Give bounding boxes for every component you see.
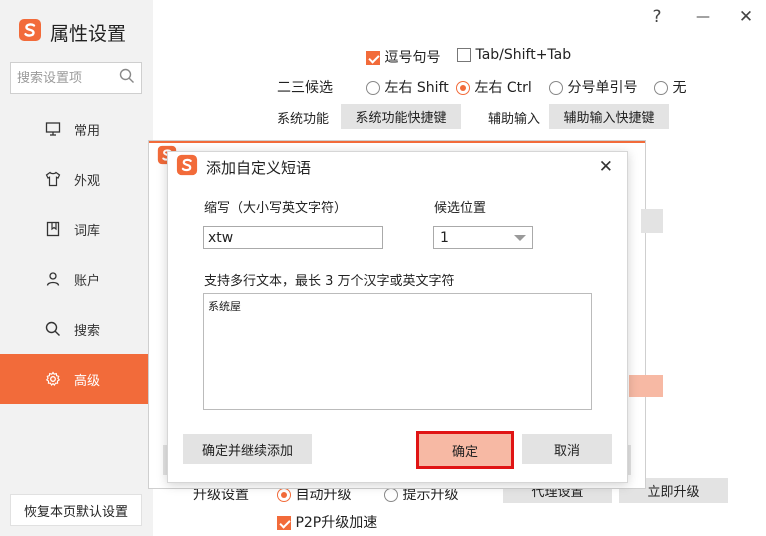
sidebar-item-advanced[interactable]: 高级	[0, 354, 153, 404]
sogou-logo-icon	[18, 18, 42, 46]
person-icon	[44, 270, 62, 288]
option-label: 左右 Ctrl	[474, 80, 532, 96]
app-title: 属性设置	[50, 22, 127, 45]
option-tab-shift[interactable]: Tab/Shift+Tab	[457, 47, 571, 63]
confirm-continue-button[interactable]: 确定并继续添加	[183, 434, 312, 464]
radio-option-shift[interactable]: 左右 Shift	[366, 77, 449, 97]
dialog-title: 添加自定义短语	[206, 158, 312, 177]
sidebar-item-appearance[interactable]: 外观	[0, 154, 153, 204]
add-custom-phrase-dialog: 添加自定义短语 ✕ 缩写（大小写英文字符） 候选位置 xtw 1 支持多行文本，…	[167, 151, 628, 483]
sidebar-item-common[interactable]: 常用	[0, 104, 153, 154]
position-select-value: 1	[440, 229, 449, 246]
radio-option-none[interactable]: 无	[654, 77, 686, 97]
brand: 属性设置	[18, 18, 126, 46]
reset-defaults-button[interactable]: 恢复本页默认设置	[10, 494, 142, 526]
option-label: 提示升级	[402, 487, 459, 503]
assist-input-label: 辅助输入	[488, 112, 541, 127]
option-label: 无	[672, 80, 687, 96]
dialog-titlebar: 添加自定义短语	[168, 152, 627, 182]
option-label: 自动升级	[295, 487, 352, 503]
settings-window: 属性设置 常用 外观	[0, 0, 766, 536]
radio-option-ctrl[interactable]: 左右 Ctrl	[456, 77, 532, 97]
option-label: P2P升级加速	[295, 515, 378, 531]
hidden-button[interactable]	[641, 209, 663, 233]
radio-ctrl[interactable]	[456, 81, 470, 95]
sidebar-item-search[interactable]: 搜索	[0, 304, 153, 354]
radio-prompt-upgrade[interactable]	[384, 488, 398, 502]
sys-func-label: 系统功能	[277, 112, 330, 127]
checkbox-p2p[interactable]	[277, 516, 291, 530]
monitor-icon	[44, 120, 62, 138]
search-icon	[44, 320, 62, 338]
sidebar-item-account[interactable]: 账户	[0, 254, 153, 304]
chevron-down-icon	[514, 234, 526, 241]
option-comma-period[interactable]: 逗号句号	[366, 47, 440, 67]
sys-func-shortcut-button[interactable]: 系统功能快捷键	[341, 104, 461, 129]
content-textarea[interactable]: 系统屋	[203, 293, 592, 410]
sidebar-item-lexicon[interactable]: 词库	[0, 204, 153, 254]
gear-icon	[44, 370, 62, 388]
hidden-highlight-button[interactable]	[629, 375, 663, 397]
help-icon[interactable]: ?	[646, 6, 668, 28]
abbr-label: 缩写（大小写英文字符）	[204, 201, 348, 216]
checkbox-comma-period[interactable]	[366, 51, 380, 65]
search-icon[interactable]	[119, 68, 135, 88]
sidebar-item-label: 高级	[74, 373, 101, 389]
option-label: 逗号句号	[384, 50, 441, 66]
ok-button[interactable]: 确定	[416, 431, 514, 469]
candidate23-label: 二三候选	[277, 80, 333, 96]
search-input[interactable]	[17, 70, 113, 86]
sidebar-item-label: 常用	[74, 123, 101, 139]
assist-input-shortcut-button[interactable]: 辅助输入快捷键	[549, 104, 669, 129]
dialog-close-icon[interactable]: ✕	[599, 157, 613, 177]
dialog-accent-strip	[149, 141, 645, 143]
option-label: 分号单引号	[567, 80, 638, 96]
shirt-icon	[44, 170, 62, 188]
option-label: 左右 Shift	[384, 80, 449, 96]
checkbox-tab-shift[interactable]	[457, 48, 471, 62]
book-icon	[44, 220, 62, 238]
sidebar-item-label: 搜索	[74, 323, 101, 339]
search-box[interactable]	[10, 62, 142, 94]
position-select[interactable]: 1	[433, 226, 533, 249]
position-label: 候选位置	[434, 201, 487, 216]
sidebar-nav: 常用 外观 词库 账户 搜索 高级	[0, 104, 153, 404]
radio-option-semicolon[interactable]: 分号单引号	[549, 77, 637, 97]
close-icon[interactable]: ✕	[735, 6, 757, 28]
p2p-option[interactable]: P2P升级加速	[277, 512, 377, 532]
abbr-input[interactable]: xtw	[203, 226, 383, 249]
sidebar-item-label: 外观	[74, 173, 101, 189]
sidebar: 属性设置 常用 外观	[0, 0, 153, 536]
radio-semicolon[interactable]	[549, 81, 563, 95]
content-label: 支持多行文本，最长 3 万个汉字或英文字符	[204, 274, 455, 289]
minimize-icon[interactable]: —	[692, 6, 714, 28]
option-label: Tab/Shift+Tab	[475, 47, 572, 63]
sidebar-item-label: 词库	[74, 223, 101, 239]
sogou-logo-icon	[176, 154, 198, 180]
sidebar-item-label: 账户	[74, 273, 101, 289]
radio-shift[interactable]	[366, 81, 380, 95]
cancel-button[interactable]: 取消	[522, 434, 612, 464]
radio-none[interactable]	[654, 81, 668, 95]
radio-auto-upgrade[interactable]	[277, 488, 291, 502]
